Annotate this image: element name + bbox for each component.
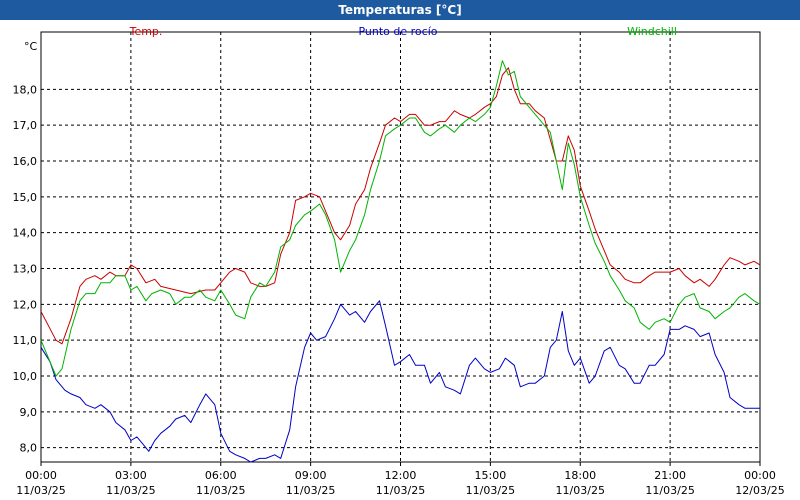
x-tick-time: 00:00 <box>25 469 57 482</box>
legend-item: Punto de rocío <box>358 25 437 38</box>
x-tick-time: 21:00 <box>654 469 686 482</box>
x-tick-date: 12/03/25 <box>735 484 784 497</box>
x-tick-time: 09:00 <box>295 469 327 482</box>
x-tick-date: 11/03/25 <box>196 484 245 497</box>
legend-item: Windchill <box>627 25 677 38</box>
y-tick-label: 9,0 <box>20 406 38 419</box>
x-tick-date: 11/03/25 <box>106 484 155 497</box>
x-tick-date: 11/03/25 <box>16 484 65 497</box>
plot-frame <box>40 31 761 463</box>
x-tick-time: 00:00 <box>744 469 776 482</box>
x-tick-time: 15:00 <box>475 469 507 482</box>
y-tick-label: 15,0 <box>13 191 38 204</box>
y-tick-label: 10,0 <box>13 370 38 383</box>
legend-item: Temp. <box>129 25 163 38</box>
y-tick-label: 12,0 <box>13 298 38 311</box>
x-tick-date: 11/03/25 <box>376 484 425 497</box>
y-tick-label: 18,0 <box>13 83 38 96</box>
x-tick-date: 11/03/25 <box>556 484 605 497</box>
gridlines <box>41 32 760 462</box>
x-tick-date: 11/03/25 <box>645 484 694 497</box>
chart-area: 8,0 9,0 10,0 11,0 12,0 13,0 14,0 15,0 16,0 17,0 18… <box>13 25 785 497</box>
x-axis-tick-labels: 00:00 11/03/25 03:00 11/03/25 06:00 11/03/25 0… <box>16 462 785 497</box>
x-tick-date: 11/03/25 <box>466 484 515 497</box>
y-axis-label: °C <box>24 40 38 53</box>
y-tick-label: 11,0 <box>13 334 38 347</box>
x-tick-time: 12:00 <box>385 469 417 482</box>
y-axis-tick-labels: 8,0 9,0 10,0 11,0 12,0 13,0 14,0 15,0 16,0 17,0 18… <box>13 83 38 454</box>
y-tick-label: 17,0 <box>13 119 38 132</box>
y-tick-label: 8,0 <box>20 442 38 455</box>
y-tick-label: 16,0 <box>13 155 38 168</box>
x-tick-time: 06:00 <box>205 469 237 482</box>
y-tick-label: 13,0 <box>13 263 38 276</box>
chart-title: Temperaturas [°C] <box>0 0 800 20</box>
x-tick-date: 11/03/25 <box>286 484 335 497</box>
y-tick-label: 14,0 <box>13 227 38 240</box>
x-tick-time: 18:00 <box>564 469 596 482</box>
x-tick-time: 03:00 <box>115 469 147 482</box>
